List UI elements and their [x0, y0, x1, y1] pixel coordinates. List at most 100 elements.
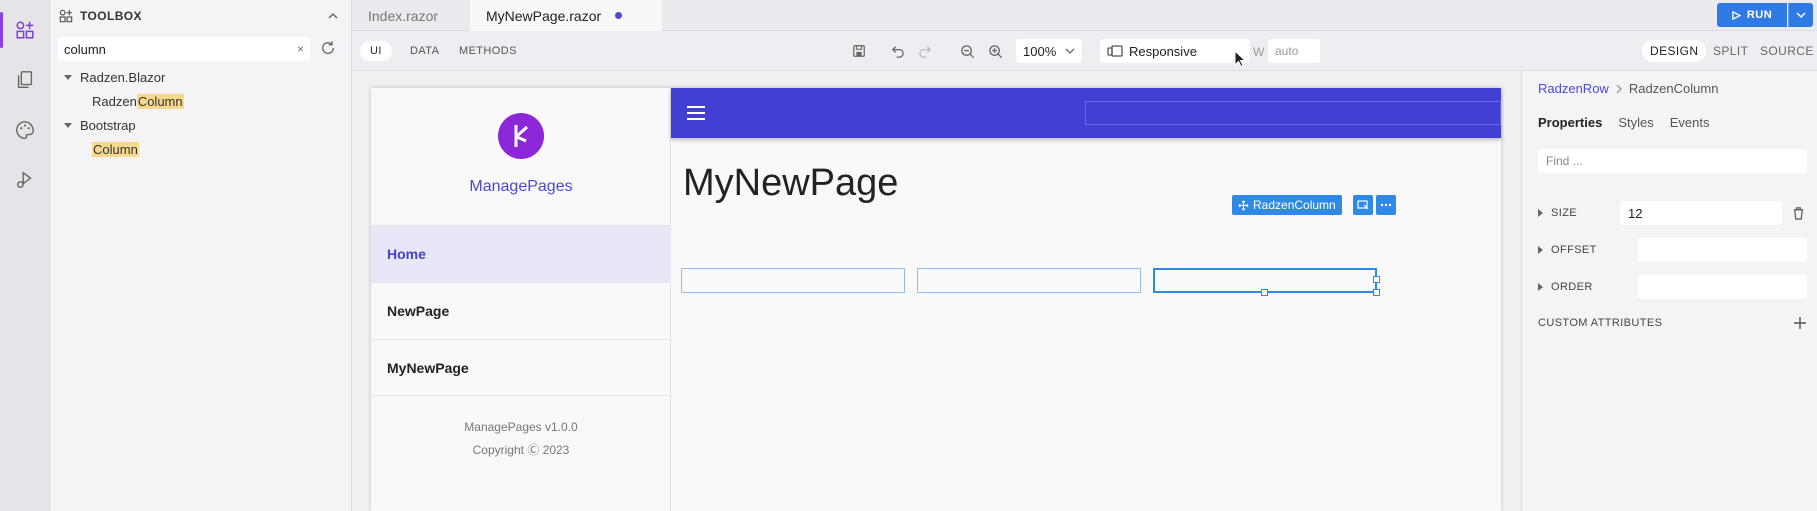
- chevron-up-icon[interactable]: [327, 10, 339, 22]
- property-size-label: SIZE: [1551, 207, 1578, 219]
- tab-index-razor[interactable]: Index.razor: [352, 0, 470, 31]
- zoom-out-icon: [960, 44, 974, 58]
- clear-search-icon[interactable]: ×: [297, 42, 304, 56]
- refresh-icon[interactable]: [320, 40, 336, 56]
- run-label: RUN: [1746, 9, 1773, 21]
- save-button[interactable]: [850, 42, 868, 60]
- undo-button[interactable]: [888, 42, 906, 60]
- properties-panel: RadzenRow RadzenColumn Properties Styles…: [1521, 71, 1817, 511]
- toolbox-header: TOOLBOX: [58, 6, 339, 26]
- tree-group-radzen-blazor[interactable]: Radzen.Blazor: [64, 68, 165, 86]
- unsaved-dot-icon: [615, 12, 623, 19]
- toolbox-search: ×: [58, 37, 310, 61]
- toolbox-activity-button[interactable]: [0, 10, 50, 50]
- zoom-value: 100%: [1023, 43, 1057, 59]
- preview-header: [671, 88, 1501, 138]
- tab-methods[interactable]: METHODS: [449, 41, 527, 61]
- property-size[interactable]: SIZE 12: [1538, 201, 1807, 225]
- chevron-down-icon: [1796, 12, 1806, 19]
- device-select[interactable]: Responsive: [1100, 39, 1250, 63]
- property-order[interactable]: ORDER: [1538, 275, 1807, 299]
- save-icon: [853, 45, 865, 57]
- property-offset-label: OFFSET: [1551, 244, 1597, 256]
- caret-right-icon: [1538, 209, 1543, 217]
- property-offset[interactable]: OFFSET: [1538, 238, 1807, 262]
- zoom-in-button[interactable]: [986, 42, 1004, 60]
- app-copyright: Copyright Ⓒ 2023: [472, 443, 570, 457]
- breadcrumb: RadzenRow RadzenColumn: [1538, 81, 1718, 96]
- order-input[interactable]: [1638, 275, 1807, 299]
- tree-group-bootstrap[interactable]: Bootstrap: [64, 116, 136, 134]
- tab-label: MyNewPage.razor: [486, 7, 602, 24]
- design-canvas: ManagePages Home NewPage MyNewPage Manag…: [352, 71, 1521, 511]
- resize-handle[interactable]: [1261, 289, 1268, 296]
- preview-content: MyNewPage: [671, 138, 1501, 511]
- resize-handle[interactable]: [1373, 276, 1380, 283]
- select-parent-button[interactable]: [1353, 195, 1373, 215]
- tree-group-label: Bootstrap: [80, 117, 136, 133]
- caret-right-icon: [1538, 246, 1543, 254]
- zoom-out-button[interactable]: [958, 42, 976, 60]
- header-drop-zone[interactable]: [1085, 101, 1501, 125]
- responsive-devices-icon: [1107, 45, 1123, 57]
- debug-activity-button[interactable]: [0, 160, 50, 200]
- nav-item-home[interactable]: Home: [371, 225, 671, 282]
- column-placeholder-selected[interactable]: [1153, 268, 1380, 296]
- size-input[interactable]: 12: [1620, 201, 1782, 225]
- plus-icon[interactable]: [1793, 316, 1807, 330]
- tree-item-column[interactable]: Column: [92, 140, 139, 158]
- find-property-input[interactable]: Find ...: [1538, 149, 1807, 173]
- trash-icon[interactable]: [1792, 206, 1805, 220]
- designer-toolbar: UI DATA METHODS 100% Responsive W auto D…: [352, 31, 1817, 71]
- run-button[interactable]: RUN: [1717, 3, 1787, 27]
- redo-icon: [918, 45, 931, 58]
- mouse-cursor-icon: [1234, 50, 1246, 68]
- toolbox-title: TOOLBOX: [80, 9, 142, 23]
- nav-item-newpage[interactable]: NewPage: [371, 282, 671, 339]
- play-icon: [1732, 10, 1741, 20]
- run-dropdown-button[interactable]: [1788, 3, 1813, 27]
- editor-tabs: Index.razor MyNewPage.razor RUN: [352, 0, 1817, 31]
- more-horizontal-icon: [1380, 203, 1392, 207]
- source-view-button[interactable]: SOURCE: [1752, 40, 1817, 62]
- app-logo-icon: [514, 125, 529, 147]
- tab-styles[interactable]: Styles: [1618, 115, 1653, 130]
- zoom-select[interactable]: 100%: [1016, 39, 1082, 63]
- theme-activity-button[interactable]: [0, 110, 50, 150]
- width-input[interactable]: auto: [1268, 39, 1320, 63]
- column-placeholder-1[interactable]: [681, 268, 905, 293]
- page-title[interactable]: MyNewPage: [683, 162, 898, 205]
- caret-right-icon: [1538, 283, 1543, 291]
- device-value: Responsive: [1129, 43, 1197, 59]
- tab-data[interactable]: DATA: [400, 41, 449, 61]
- tree-item-radzen-column[interactable]: Radzen Column: [92, 92, 184, 110]
- toolbox-search-input[interactable]: [64, 41, 274, 57]
- files-activity-button[interactable]: [0, 60, 50, 100]
- breadcrumb-parent[interactable]: RadzenRow: [1538, 81, 1609, 96]
- resize-handle[interactable]: [1373, 289, 1380, 296]
- design-view-button[interactable]: DESIGN: [1642, 40, 1707, 62]
- tab-ui[interactable]: UI: [360, 41, 392, 61]
- split-view-button[interactable]: SPLIT: [1705, 40, 1756, 62]
- zoom-in-icon: [988, 44, 1002, 58]
- files-icon: [17, 71, 33, 89]
- toolbox-panel: TOOLBOX × Radzen.Blazor RadzenColumn Boo…: [50, 0, 352, 511]
- selected-component-chip[interactable]: RadzenColumn: [1232, 195, 1342, 215]
- tab-properties[interactable]: Properties: [1538, 115, 1602, 130]
- toolbox-icon: [16, 21, 34, 39]
- app-logo: [498, 113, 544, 159]
- caret-down-icon: [64, 122, 72, 128]
- nav-item-mynewpage[interactable]: MyNewPage: [371, 339, 671, 396]
- column-placeholder-2[interactable]: [917, 268, 1141, 293]
- caret-down-icon: [64, 74, 72, 80]
- redo-button[interactable]: [916, 42, 934, 60]
- chevron-right-icon: [1616, 84, 1622, 93]
- properties-tabs: Properties Styles Events: [1538, 115, 1709, 130]
- tab-events[interactable]: Events: [1670, 115, 1710, 130]
- more-actions-button[interactable]: [1376, 195, 1396, 215]
- tab-mynewpage-razor[interactable]: MyNewPage.razor: [470, 0, 662, 31]
- offset-input[interactable]: [1638, 238, 1807, 262]
- hamburger-menu-icon[interactable]: [687, 106, 705, 124]
- run-debug-icon: [16, 171, 32, 189]
- search-highlight: Column: [136, 93, 184, 109]
